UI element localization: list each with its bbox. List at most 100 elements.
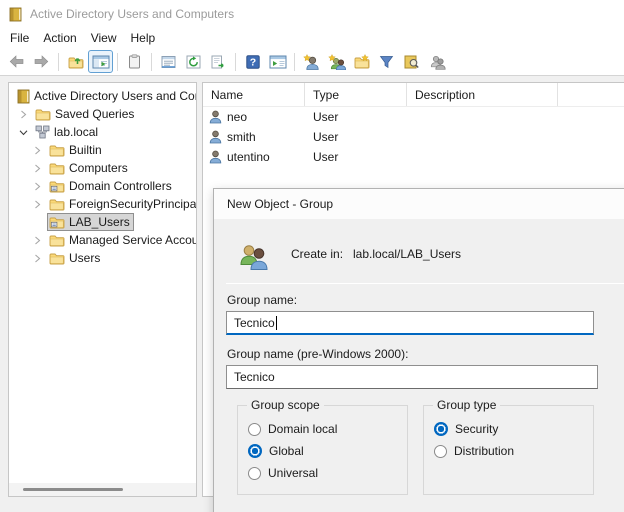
list-header: NameTypeDescription <box>203 83 624 107</box>
list-item-smith[interactable]: smithUser <box>203 127 624 147</box>
radio-distribution[interactable]: Distribution <box>434 440 593 462</box>
list-item-neo[interactable]: neo User <box>203 107 624 127</box>
new-user-icon <box>303 54 320 70</box>
scrollbar-thumb[interactable] <box>23 488 123 491</box>
group-name-input[interactable]: Tecnico <box>226 311 594 335</box>
forward-arrow-button[interactable] <box>29 50 54 73</box>
filter-button[interactable] <box>374 50 399 73</box>
radio-button-icon[interactable] <box>434 422 448 436</box>
tree-item-foreignsecurityprincipals[interactable]: ForeignSecurityPrincipals <box>9 195 196 213</box>
menu-view[interactable]: View <box>84 29 124 47</box>
tree-item-lab-users[interactable]: LAB_Users <box>9 213 196 231</box>
svg-text:?: ? <box>249 56 255 68</box>
tree-item-saved-queries[interactable]: Saved Queries <box>9 105 196 123</box>
dialog-title-bar: New Object - Group <box>214 189 624 219</box>
object-type: User <box>305 110 407 124</box>
group-name-pre2000-input[interactable]: Tecnico <box>226 365 598 389</box>
radio-security[interactable]: Security <box>434 418 593 440</box>
chevron-right-icon[interactable] <box>30 254 47 263</box>
object-name: smith <box>227 130 256 144</box>
radio-button-icon[interactable] <box>248 444 262 458</box>
radio-button-icon[interactable] <box>248 423 261 436</box>
tree-item-computers[interactable]: Computers <box>9 159 196 177</box>
chevron-right-icon[interactable] <box>30 200 47 209</box>
radio-button-icon[interactable] <box>434 445 447 458</box>
refresh-button[interactable] <box>181 50 206 73</box>
forward-arrow-icon <box>33 54 50 69</box>
user-icon <box>209 110 222 124</box>
chevron-right-icon[interactable] <box>30 236 47 245</box>
find-button[interactable] <box>399 50 424 73</box>
folder-icon <box>49 198 65 211</box>
properties-sheet-button[interactable] <box>156 50 181 73</box>
create-in-path: lab.local/LAB_Users <box>353 247 461 261</box>
text-caret <box>276 316 277 330</box>
menu-action[interactable]: Action <box>36 29 83 47</box>
view-menu-icon <box>269 55 287 69</box>
radio-button-icon[interactable] <box>248 467 261 480</box>
radio-domain-local[interactable]: Domain local <box>248 418 407 440</box>
menu-help[interactable]: Help <box>124 29 163 47</box>
console-tree: Active Directory Users and Computers Save… <box>9 83 196 267</box>
radio-label[interactable]: Universal <box>268 466 318 480</box>
column-header-description[interactable]: Description <box>407 83 558 106</box>
tree-item-active-directory-users-and-computers[interactable]: Active Directory Users and Computers <box>9 87 196 105</box>
tree-item-label: Active Directory Users and Computers <box>34 89 196 103</box>
export-list-button[interactable] <box>206 50 231 73</box>
console-tree-icon <box>92 55 110 69</box>
help-button[interactable]: ? <box>240 50 265 73</box>
tree-item-lab-local[interactable]: lab.local <box>9 123 196 141</box>
toolbar-separator <box>294 53 295 71</box>
new-ou-button[interactable] <box>349 50 374 73</box>
up-one-level-button[interactable] <box>63 50 88 73</box>
chevron-right-icon[interactable] <box>16 110 33 119</box>
group-icon <box>238 243 270 273</box>
folder-icon <box>35 108 51 121</box>
toolbar: ? <box>0 48 624 76</box>
menu-file[interactable]: File <box>3 29 36 47</box>
radio-label[interactable]: Global <box>269 444 304 458</box>
view-menu-button[interactable] <box>265 50 290 73</box>
special-users-button[interactable] <box>424 50 449 73</box>
special-users-icon <box>428 54 446 70</box>
radio-label[interactable]: Domain local <box>268 422 337 436</box>
tree-horizontal-scrollbar[interactable] <box>9 483 196 496</box>
tree-item-label: Managed Service Accounts <box>69 233 196 247</box>
back-arrow-button[interactable] <box>4 50 29 73</box>
folder-icon <box>49 144 65 157</box>
radio-label[interactable]: Distribution <box>454 444 514 458</box>
create-in-label: Create in: <box>291 247 343 261</box>
chevron-right-icon[interactable] <box>30 182 47 191</box>
dialog-body: Create in: lab.local/LAB_Users Group nam… <box>214 219 624 512</box>
radio-universal[interactable]: Universal <box>248 462 407 484</box>
tree-item-domain-controllers[interactable]: Domain Controllers <box>9 177 196 195</box>
radio-global[interactable]: Global <box>248 440 407 462</box>
help-icon: ? <box>246 55 260 69</box>
tree-item-builtin[interactable]: Builtin <box>9 141 196 159</box>
clipboard-button[interactable] <box>122 50 147 73</box>
folder-icon <box>49 234 65 247</box>
chevron-right-icon[interactable] <box>30 164 47 173</box>
column-header-type[interactable]: Type <box>305 83 407 106</box>
chevron-down-icon[interactable] <box>16 128 33 137</box>
new-user-button[interactable] <box>299 50 324 73</box>
console-tree-button[interactable] <box>88 50 113 73</box>
radio-label[interactable]: Security <box>455 422 498 436</box>
chevron-right-icon[interactable] <box>30 146 47 155</box>
object-name: utentino <box>227 150 270 164</box>
object-name: neo <box>227 110 247 124</box>
tree-item-managed-service-accounts[interactable]: Managed Service Accounts <box>9 231 196 249</box>
user-icon <box>209 150 222 164</box>
new-ou-icon <box>353 54 370 69</box>
tree-item-users[interactable]: Users <box>9 249 196 267</box>
toolbar-separator <box>117 53 118 71</box>
group-name-pre2000-value: Tecnico <box>234 370 275 384</box>
new-object-group-dialog: New Object - Group Create in: lab.local/… <box>213 188 624 512</box>
group-type-legend: Group type <box>433 398 500 412</box>
column-header-name[interactable]: Name <box>203 83 305 106</box>
toolbar-separator <box>235 53 236 71</box>
new-group-button[interactable] <box>324 50 349 73</box>
list-item-utentino[interactable]: utentinoUser <box>203 147 624 167</box>
tree-item-label: Saved Queries <box>55 107 134 121</box>
list-body: neo User smithUserutentinoUser <box>203 107 624 167</box>
